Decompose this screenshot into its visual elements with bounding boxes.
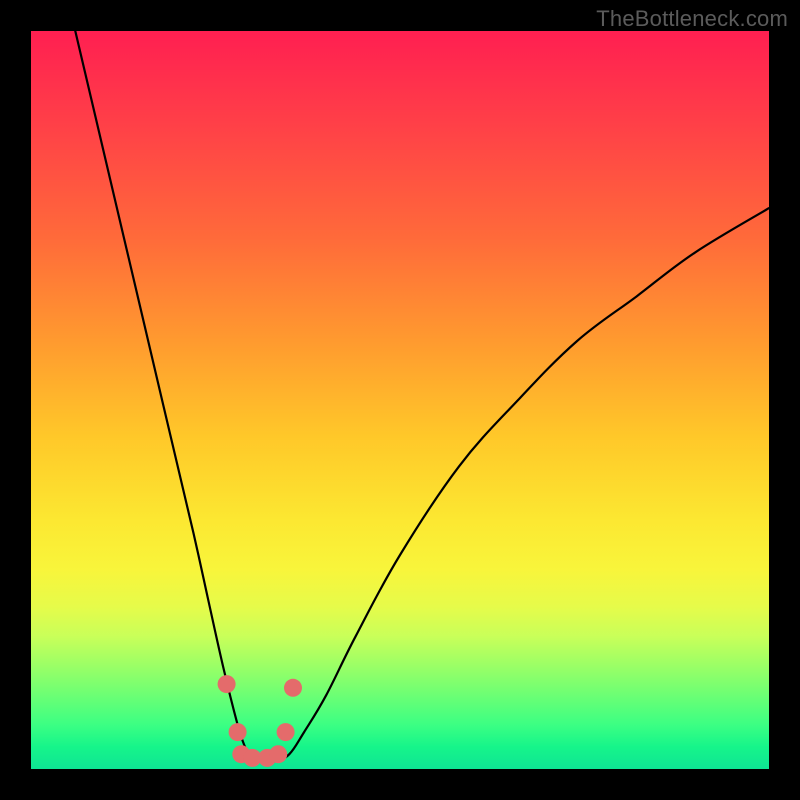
highlight-dot xyxy=(218,675,236,693)
highlight-dot xyxy=(284,679,302,697)
chart-svg xyxy=(31,31,769,769)
highlight-dot xyxy=(229,723,247,741)
chart-frame: TheBottleneck.com xyxy=(0,0,800,800)
bottleneck-curve xyxy=(75,31,769,763)
chart-plot-area xyxy=(31,31,769,769)
highlight-dot xyxy=(277,723,295,741)
watermark-text: TheBottleneck.com xyxy=(596,6,788,32)
highlight-dot xyxy=(269,745,287,763)
